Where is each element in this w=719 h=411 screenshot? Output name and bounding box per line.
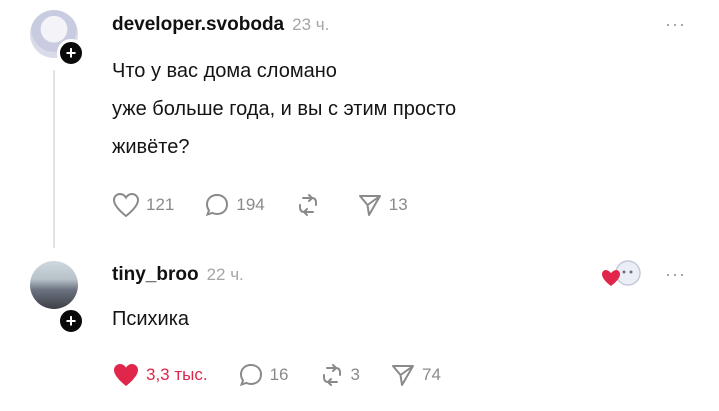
like-button[interactable]: 3,3 тыс.	[112, 362, 208, 388]
post-text-line: Психика	[112, 308, 190, 330]
comment-bubble-icon	[239, 363, 262, 387]
comment-bubble-icon	[206, 193, 229, 217]
action-bar: 121 194 13	[112, 192, 438, 218]
follow-plus-icon[interactable]: +	[57, 39, 85, 67]
post-header: tiny_broo 22 ч.	[112, 264, 244, 286]
repost-count: 3	[350, 365, 360, 384]
share-button[interactable]: 74	[390, 362, 441, 388]
repost-icon	[322, 364, 341, 386]
like-count: 121	[146, 195, 175, 214]
comment-button[interactable]: 194	[204, 192, 265, 218]
share-count: 13	[388, 195, 408, 214]
post-text-line: Что у вас дома сломано	[112, 60, 337, 82]
comment-count: 194	[236, 195, 265, 214]
post-header: developer.svoboda 23 ч.	[112, 14, 329, 36]
timestamp: 23 ч.	[292, 15, 330, 34]
like-button[interactable]: 121	[112, 192, 174, 218]
liked-by-author-icon	[602, 260, 641, 286]
post-text-line: живёте?	[112, 136, 190, 158]
thread-line	[53, 70, 55, 248]
repost-button[interactable]: 3	[319, 362, 360, 388]
more-options-icon[interactable]: ···	[665, 14, 686, 35]
username[interactable]: developer.svoboda	[112, 14, 284, 36]
repost-icon	[298, 194, 317, 216]
more-options-icon[interactable]: ···	[665, 264, 686, 285]
send-icon	[358, 195, 381, 216]
username[interactable]: tiny_broo	[112, 264, 199, 286]
post-text-line: уже больше года, и вы с этим просто	[112, 98, 457, 120]
share-count: 74	[421, 365, 441, 384]
repost-button[interactable]	[295, 192, 327, 218]
like-count: 3,3 тыс.	[146, 365, 208, 384]
avatar[interactable]	[30, 261, 78, 309]
heart-icon	[112, 192, 140, 218]
share-button[interactable]: 13	[357, 192, 408, 218]
heart-filled-icon	[114, 364, 138, 386]
comment-count: 16	[269, 365, 289, 384]
follow-plus-icon[interactable]: +	[57, 307, 85, 335]
timestamp: 22 ч.	[206, 265, 244, 284]
action-bar: 3,3 тыс. 16 3 74	[112, 362, 471, 388]
post-text: Психика	[112, 300, 189, 338]
send-icon	[391, 365, 414, 386]
comment-button[interactable]: 16	[238, 362, 289, 388]
post-text: Что у вас дома сломано уже больше года, …	[112, 52, 456, 166]
